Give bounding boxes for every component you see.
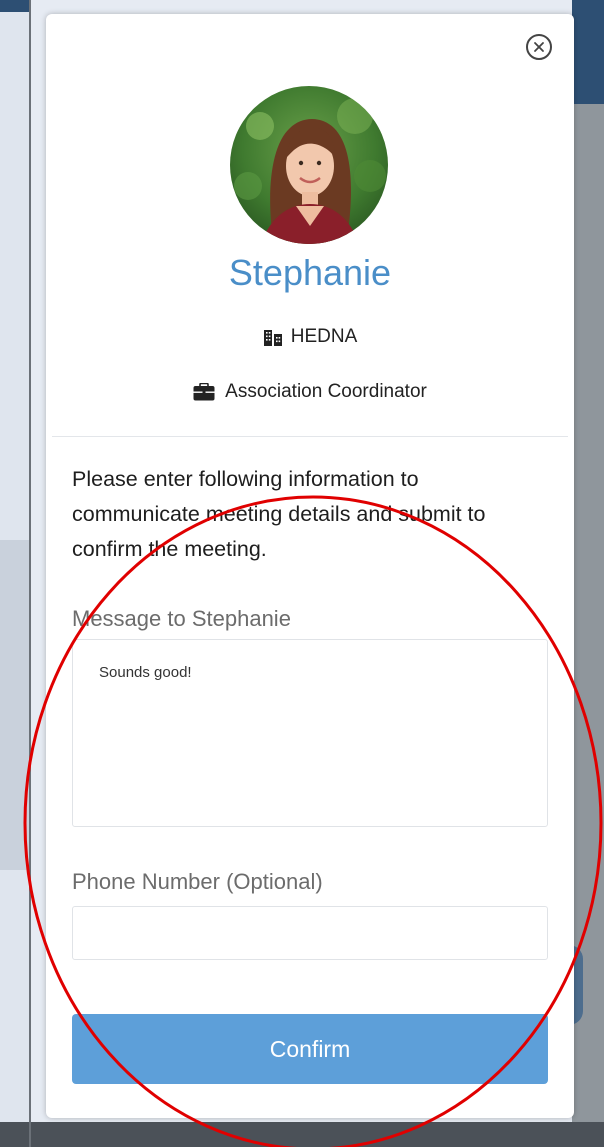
bottom-navigation-bar [0, 1122, 604, 1147]
close-x-glyph [534, 42, 544, 52]
background-card [0, 540, 30, 870]
avatar-photo [230, 86, 388, 244]
app-header-right [572, 0, 604, 104]
close-circle-icon[interactable] [526, 34, 552, 60]
section-divider [52, 436, 568, 437]
phone-number-input[interactable] [72, 906, 548, 960]
profile-name: Stephanie [228, 252, 392, 293]
meeting-request-modal: Stephanie HEDNA Association Coordinator [46, 14, 574, 1118]
app-header-left [0, 0, 30, 12]
confirm-button[interactable]: Confirm [72, 1014, 548, 1084]
organization-name: HEDNA [290, 326, 358, 347]
organization-row: HEDNA [46, 326, 574, 348]
phone-label: Phone Number (Optional) [72, 869, 323, 894]
job-title-row: Association Coordinator [46, 381, 574, 403]
message-textarea[interactable]: Sounds good! [72, 639, 548, 827]
instructions-text: Please enter following information to co… [72, 467, 486, 561]
avatar [230, 86, 388, 244]
briefcase-icon [193, 383, 215, 401]
frame-edge [29, 0, 31, 1147]
message-label: Message to Stephanie [72, 606, 291, 631]
building-icon [263, 330, 282, 346]
job-title: Association Coordinator [225, 381, 427, 402]
